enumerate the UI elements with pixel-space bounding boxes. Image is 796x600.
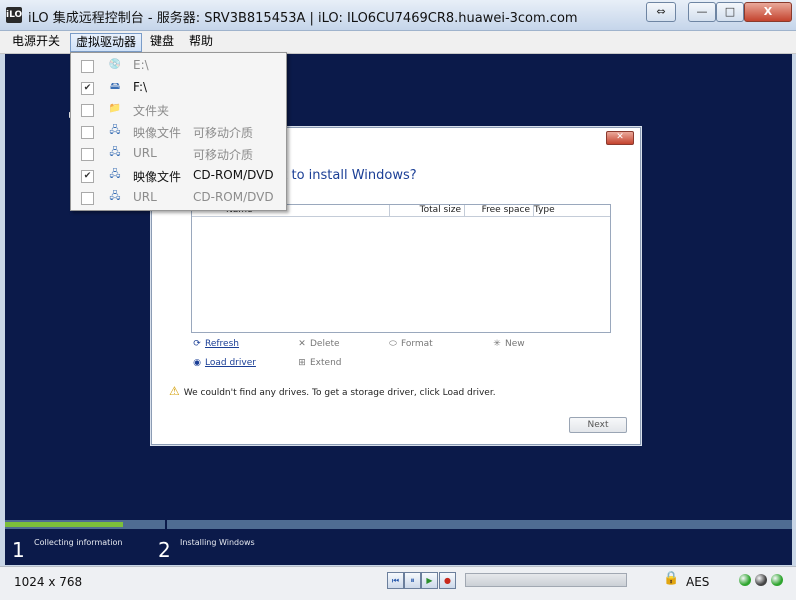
no-drives-warning: ⚠ We couldn't find any drives. To get a s… bbox=[169, 384, 496, 398]
pause-icon[interactable]: ⏸ bbox=[404, 572, 421, 589]
new-icon: ✳ bbox=[493, 339, 501, 349]
next-button[interactable]: Next bbox=[569, 417, 627, 433]
install-location-question: nt to install Windows? bbox=[274, 168, 417, 183]
screen-resolution: 1024 x 768 bbox=[14, 575, 83, 589]
status-bar: 1024 x 768 ⏮ ⏸ ▶ ● 🔒 AES bbox=[0, 566, 796, 600]
menu-item-label: 映像文件 bbox=[133, 170, 182, 184]
virtual-drive-menu-item[interactable]: ✔ 🖴 F:\ bbox=[71, 77, 286, 99]
menu-item-label: E:\ bbox=[133, 58, 149, 72]
status-indicator-green bbox=[739, 574, 751, 586]
minimize-button[interactable]: — bbox=[688, 2, 716, 22]
progress-step-divider bbox=[165, 520, 167, 529]
encryption-label: AES bbox=[686, 575, 710, 589]
menu-help[interactable]: 帮助 bbox=[184, 33, 218, 50]
delete-link[interactable]: ✕ Delete bbox=[296, 339, 339, 349]
virtual-drive-menu-item[interactable]: 🖧 URL CD-ROM/DVD bbox=[71, 187, 286, 209]
checkbox-icon[interactable]: ✔ bbox=[81, 82, 94, 95]
lock-icon: 🔒 bbox=[663, 571, 680, 586]
playback-track[interactable] bbox=[465, 573, 627, 587]
step-2-number: 2 bbox=[158, 538, 171, 562]
menu-item-media-type: CD-ROM/DVD bbox=[193, 168, 274, 182]
extend-icon: ⊞ bbox=[298, 358, 306, 368]
title-bar: iLO iLO 集成远程控制台 - 服务器: SRV3B815453A | iL… bbox=[0, 0, 796, 31]
menu-item-label: 文件夹 bbox=[133, 104, 170, 118]
menu-item-label: URL bbox=[133, 146, 157, 160]
step-1-label: Collecting information bbox=[34, 538, 123, 547]
format-icon: ⬭ bbox=[389, 339, 397, 349]
network-drive-icon: 🖧 bbox=[109, 147, 121, 158]
menu-item-media-type: 可移动介质 bbox=[193, 148, 254, 162]
menu-item-media-type: 可移动介质 bbox=[193, 126, 254, 140]
column-type[interactable]: Type bbox=[534, 205, 607, 216]
checkbox-icon[interactable] bbox=[81, 192, 94, 205]
install-progress-fill bbox=[5, 522, 124, 527]
menu-item-media-type: CD-ROM/DVD bbox=[193, 190, 274, 204]
window-title: iLO 集成远程控制台 - 服务器: SRV3B815453A | iLO: I… bbox=[28, 11, 578, 26]
step-2-label: Installing Windows bbox=[180, 538, 255, 547]
refresh-icon: ⟳ bbox=[193, 339, 201, 349]
virtual-drive-menu-item[interactable]: 🖧 映像文件 可移动介质 bbox=[71, 121, 286, 143]
folder-icon: 📁 bbox=[108, 103, 122, 114]
close-button[interactable]: X bbox=[744, 2, 792, 22]
format-link[interactable]: ⬭ Format bbox=[387, 339, 433, 349]
extend-link[interactable]: ⊞ Extend bbox=[296, 358, 341, 368]
menu-power[interactable]: 电源开关 bbox=[7, 33, 65, 50]
checkbox-icon[interactable] bbox=[81, 126, 94, 139]
checkbox-icon[interactable]: ✔ bbox=[81, 170, 94, 183]
install-steps: 1 Collecting information 2 Installing Wi… bbox=[5, 529, 792, 565]
refresh-link[interactable]: ⟳ Refresh bbox=[191, 339, 239, 349]
play-icon[interactable]: ▶ bbox=[421, 572, 438, 589]
menu-virtual-drives[interactable]: 虚拟驱动器 bbox=[70, 33, 143, 52]
column-free-space[interactable]: Free space bbox=[463, 205, 534, 216]
virtual-drive-menu-item[interactable]: 🖧 URL 可移动介质 bbox=[71, 143, 286, 165]
network-drive-icon: 🖧 bbox=[109, 125, 121, 136]
virtual-drive-menu-item[interactable]: 📁 文件夹 bbox=[71, 99, 286, 121]
menu-item-label: URL bbox=[133, 190, 157, 204]
step-1-number: 1 bbox=[12, 538, 25, 562]
floppy-drive-icon: 💿 bbox=[108, 59, 122, 70]
virtual-drive-menu-item[interactable]: ✔ 🖧 映像文件 CD-ROM/DVD bbox=[71, 165, 286, 187]
record-icon[interactable]: ● bbox=[439, 572, 456, 589]
table-header-divider bbox=[192, 216, 610, 217]
power-status-icon bbox=[771, 574, 783, 586]
status-indicator-gray bbox=[755, 574, 767, 586]
virtual-drive-menu: 💿 E:\ ✔ 🖴 F:\ 📁 文件夹 🖧 映像文件 可移动介质 🖧 URL 可移动介质 ✔ 🖧 映像文件 CD… bbox=[70, 52, 287, 211]
virtual-drive-menu-item[interactable]: 💿 E:\ bbox=[71, 55, 286, 77]
usb-drive-icon: 🖴 bbox=[109, 81, 121, 92]
menu-keyboard[interactable]: 键盘 bbox=[145, 33, 179, 50]
warning-icon: ⚠ bbox=[169, 384, 180, 398]
column-total-size[interactable]: Total size bbox=[394, 205, 465, 216]
checkbox-icon[interactable] bbox=[81, 104, 94, 117]
network-drive-icon: 🖧 bbox=[109, 191, 121, 202]
maximize-button[interactable]: □ bbox=[716, 2, 744, 22]
load-driver-link[interactable]: ◉ Load driver bbox=[191, 358, 256, 368]
checkbox-icon[interactable] bbox=[81, 148, 94, 161]
new-link[interactable]: ✳ New bbox=[491, 339, 524, 349]
menu-bar: 电源开关 虚拟驱动器 键盘 帮助 bbox=[0, 31, 796, 54]
menu-item-label: 映像文件 bbox=[133, 126, 182, 140]
ilo-app-icon: iLO bbox=[6, 7, 22, 23]
delete-icon: ✕ bbox=[298, 339, 306, 349]
network-drive-icon: 🖧 bbox=[109, 169, 121, 180]
checkbox-icon[interactable] bbox=[81, 60, 94, 73]
dialog-close-icon[interactable]: ✕ bbox=[606, 131, 634, 145]
drive-list-table[interactable]: Name Total size Free space Type bbox=[191, 204, 611, 333]
load-driver-icon: ◉ bbox=[193, 358, 201, 368]
menu-item-label: F:\ bbox=[133, 80, 148, 94]
install-progress-bar bbox=[5, 520, 792, 529]
rewind-icon[interactable]: ⏮ bbox=[387, 572, 404, 589]
restore-app-button[interactable]: ⇔ bbox=[646, 2, 676, 22]
